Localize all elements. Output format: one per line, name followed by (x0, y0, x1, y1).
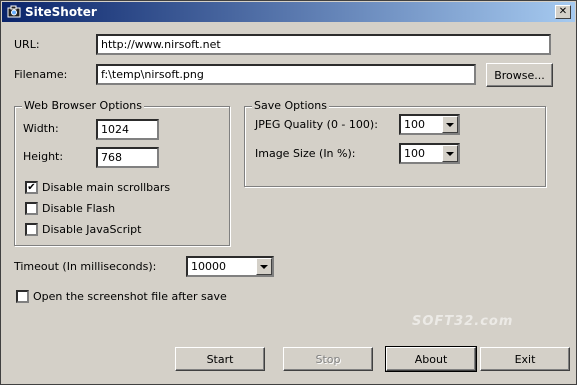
browse-button-label: Browse... (494, 68, 545, 82)
save-options-title: Save Options (252, 99, 329, 113)
start-button[interactable]: Start (175, 347, 265, 371)
chevron-down-icon[interactable] (442, 145, 458, 162)
filename-label: Filename: (14, 68, 68, 81)
disable-javascript-label[interactable]: Disable JavaScript (42, 223, 141, 237)
close-button[interactable]: ✕ (555, 5, 571, 19)
disable-scrollbars-label[interactable]: Disable main scrollbars (42, 181, 170, 195)
window-title: SiteShoter (25, 5, 97, 19)
image-size-value: 100 (404, 147, 425, 160)
open-after-save-label[interactable]: Open the screenshot file after save (33, 290, 227, 304)
title-bar[interactable]: SiteShoter ✕ (2, 2, 575, 22)
image-size-select[interactable]: 100 (399, 143, 460, 164)
url-input-value: http://www.nirsoft.net (101, 38, 221, 51)
jpeg-quality-value: 100 (404, 118, 425, 131)
height-input-value: 768 (101, 151, 122, 164)
siteshoter-window: SiteShoter ✕ URL: http://www.nirsoft.net… (0, 0, 577, 385)
watermark: SOFT32.com (412, 314, 514, 329)
width-input[interactable]: 1024 (96, 119, 159, 140)
chevron-down-icon[interactable] (442, 116, 458, 133)
filename-input-value: f:\temp\nirsoft.png (101, 68, 204, 81)
open-after-save-checkbox[interactable] (16, 290, 29, 303)
url-input[interactable]: http://www.nirsoft.net (96, 34, 551, 55)
about-button[interactable]: About (385, 346, 477, 372)
checkmark-icon: ✔ (27, 181, 36, 193)
close-icon: ✕ (558, 6, 568, 17)
disable-flash-checkbox[interactable] (25, 202, 38, 215)
jpeg-quality-label: JPEG Quality (0 - 100): (255, 118, 378, 131)
height-label: Height: (23, 150, 64, 163)
timeout-select[interactable]: 10000 (186, 256, 274, 277)
disable-javascript-checkbox[interactable] (25, 223, 38, 236)
exit-button-label: Exit (514, 352, 536, 366)
image-size-label: Image Size (In %): (255, 147, 356, 160)
disable-scrollbars-checkbox[interactable]: ✔ (25, 181, 38, 194)
browse-button[interactable]: Browse... (486, 63, 553, 87)
timeout-label: Timeout (In milliseconds): (14, 260, 157, 273)
start-button-label: Start (206, 352, 234, 366)
width-input-value: 1024 (101, 123, 129, 136)
timeout-value: 10000 (191, 260, 226, 273)
camera-icon (7, 5, 21, 18)
exit-button[interactable]: Exit (480, 347, 570, 371)
web-browser-options-title: Web Browser Options (22, 99, 144, 113)
about-button-label: About (414, 352, 448, 366)
chevron-down-icon[interactable] (256, 258, 272, 275)
stop-button-label: Stop (315, 352, 341, 366)
height-input[interactable]: 768 (96, 147, 159, 168)
jpeg-quality-select[interactable]: 100 (399, 114, 460, 135)
filename-input[interactable]: f:\temp\nirsoft.png (96, 64, 476, 85)
disable-flash-label[interactable]: Disable Flash (42, 202, 115, 216)
stop-button[interactable]: Stop (283, 347, 373, 371)
url-label: URL: (14, 38, 40, 51)
width-label: Width: (23, 122, 59, 135)
